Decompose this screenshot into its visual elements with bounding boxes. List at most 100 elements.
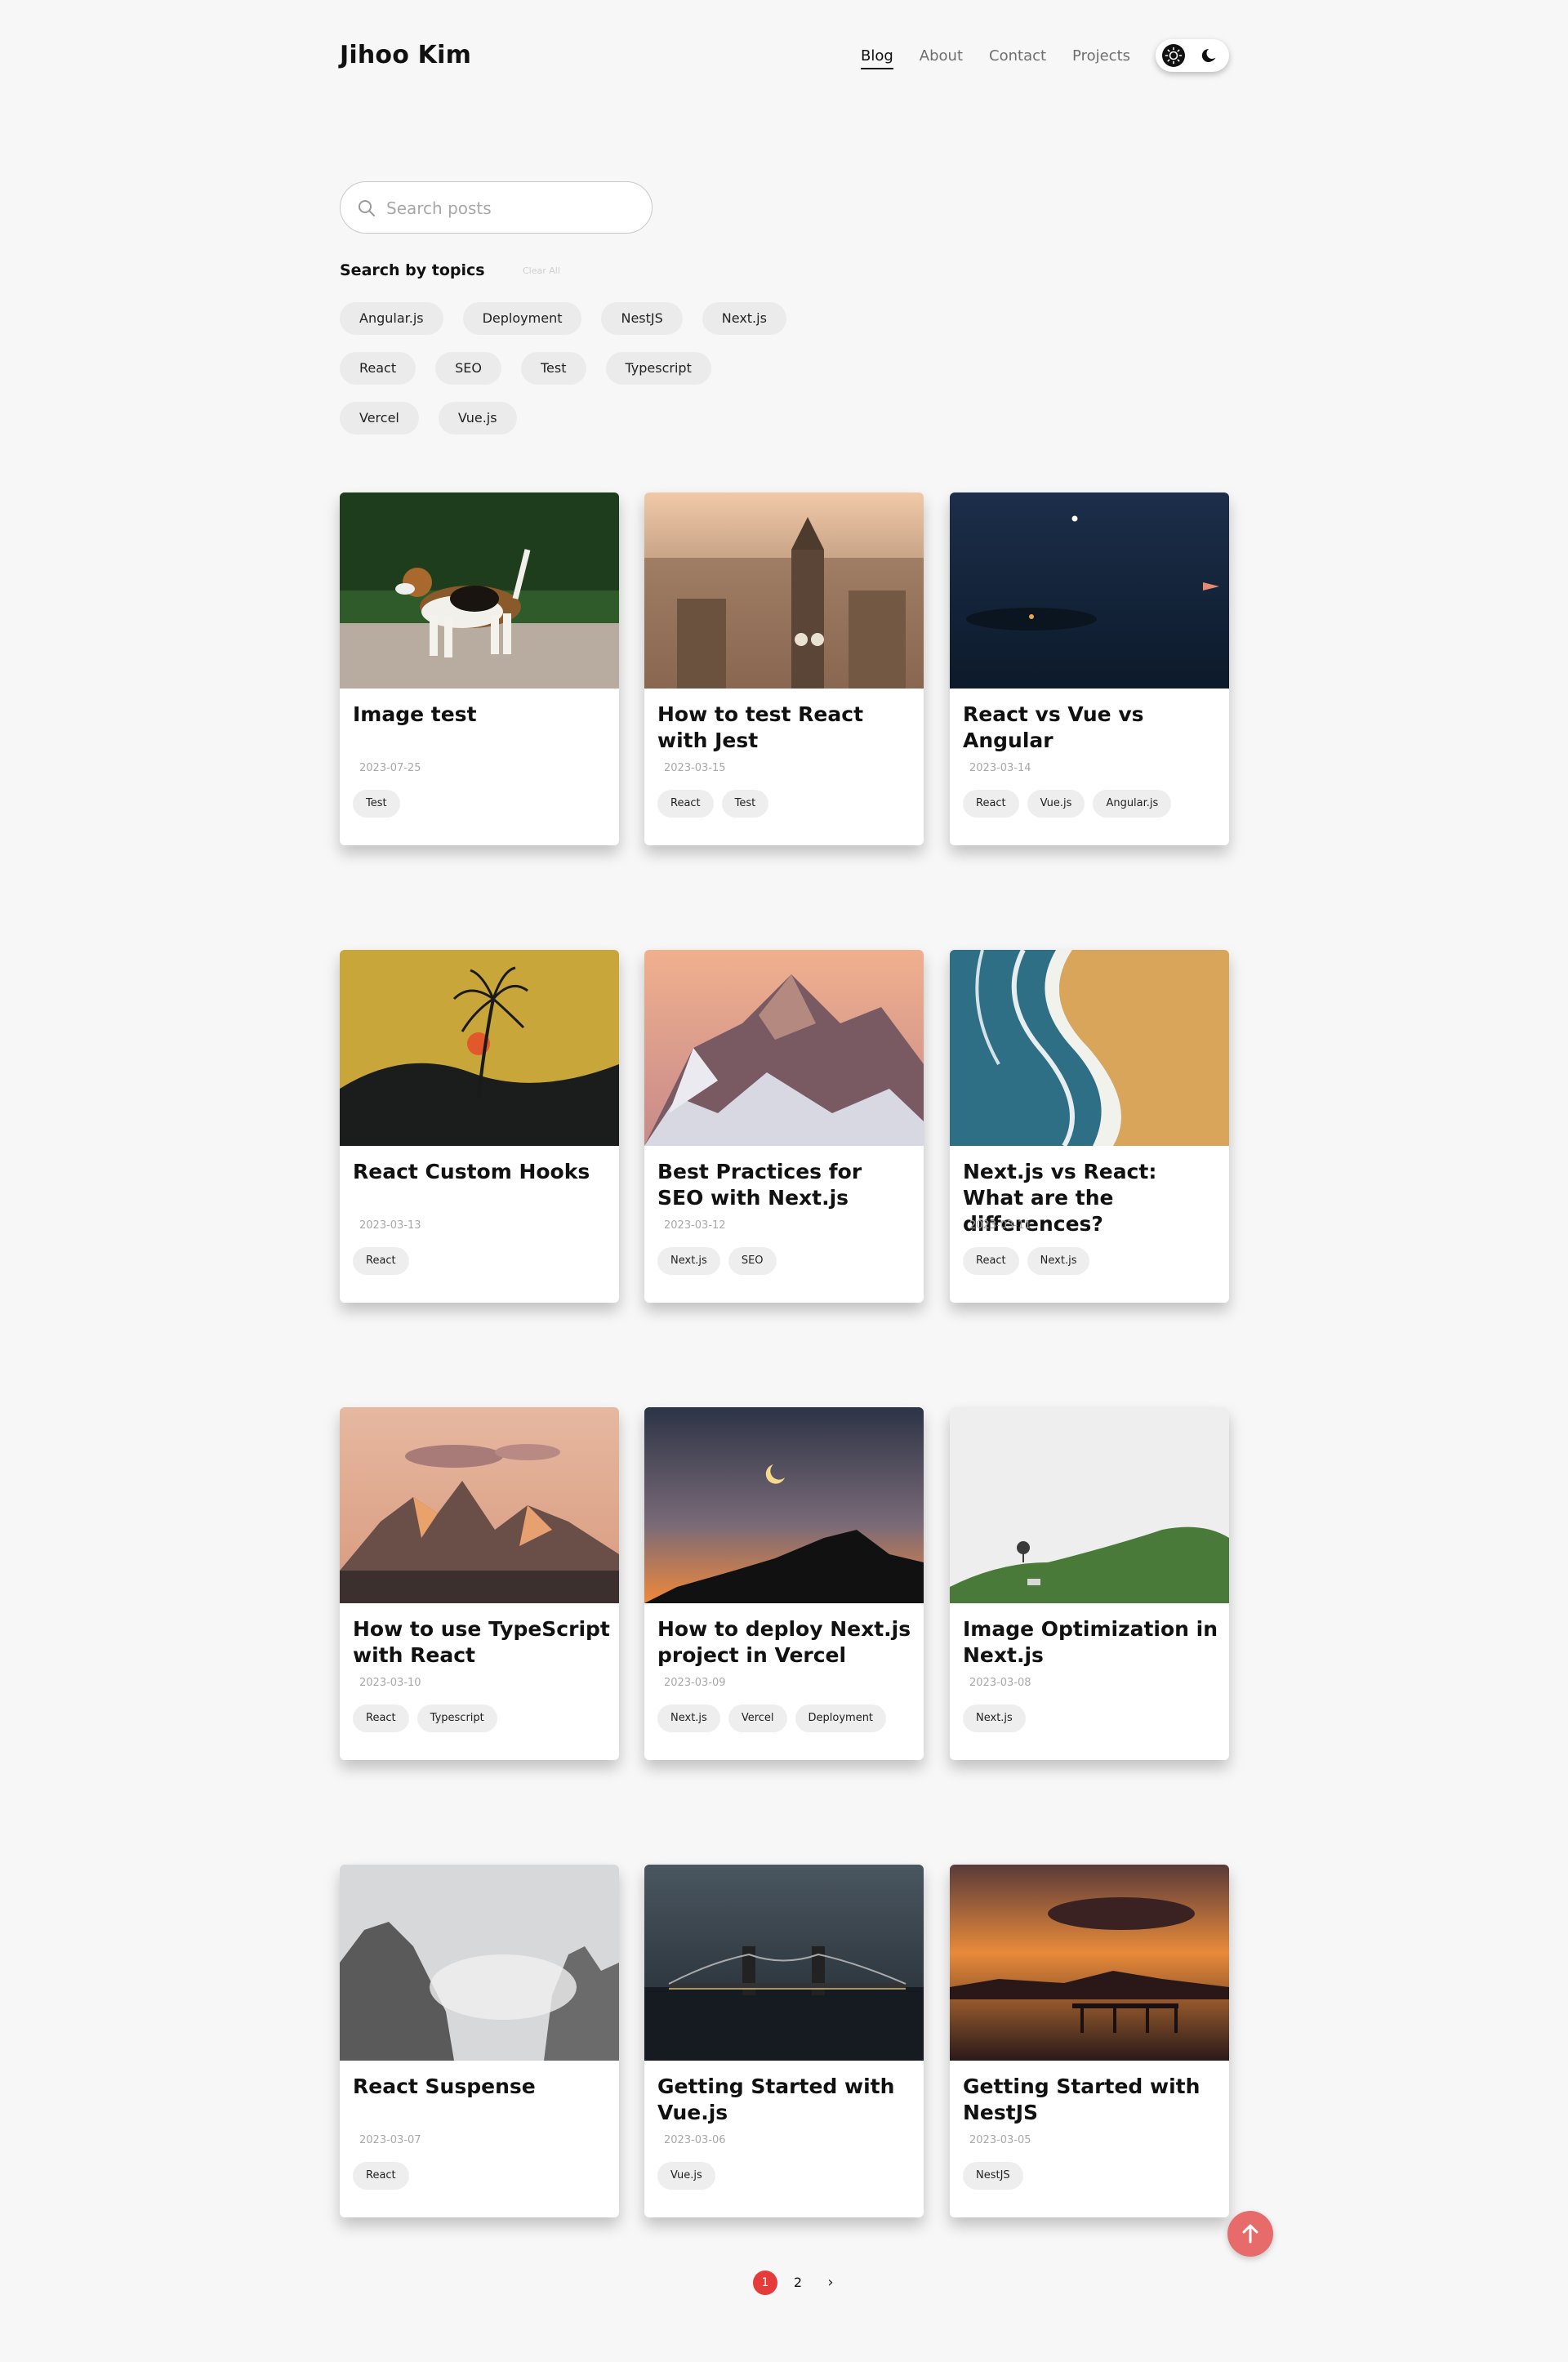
- post-tag[interactable]: React: [963, 790, 1019, 818]
- post-date: 2023-03-12: [664, 1219, 726, 1232]
- post-tag[interactable]: React: [963, 1247, 1019, 1275]
- topic-tag[interactable]: Vue.js: [438, 402, 517, 435]
- post-tag[interactable]: Test: [721, 790, 769, 818]
- post-title[interactable]: Getting Started with Vue.js: [657, 2074, 915, 2126]
- topic-tag[interactable]: NestJS: [601, 302, 683, 335]
- topic-tag[interactable]: Vercel: [340, 402, 419, 435]
- post-card[interactable]: Getting Started with Vue.js 2023-03-06 V…: [644, 1865, 924, 2217]
- post-tag[interactable]: Vercel: [728, 1705, 787, 1732]
- post-title[interactable]: React vs Vue vs Angular: [963, 702, 1220, 754]
- post-tag[interactable]: Angular.js: [1093, 790, 1172, 818]
- post-card[interactable]: React Custom Hooks 2023-03-13 React: [340, 950, 619, 1303]
- post-thumbnail-london[interactable]: [644, 492, 924, 689]
- post-tags: React: [353, 1247, 417, 1275]
- post-tag[interactable]: React: [353, 2162, 409, 2190]
- post-tag[interactable]: Test: [353, 790, 400, 818]
- page-1-button[interactable]: 1: [753, 2271, 777, 2295]
- post-thumbnail-sunset-peaks[interactable]: [340, 1407, 619, 1603]
- post-tags: React Typescript: [353, 1705, 506, 1732]
- post-thumbnail-crescent[interactable]: [644, 1407, 924, 1603]
- post-title[interactable]: React Custom Hooks: [353, 1159, 610, 1185]
- topic-tag[interactable]: Deployment: [462, 302, 582, 335]
- topic-row: React SEO Test Typescript: [340, 352, 731, 385]
- post-title[interactable]: Image test: [353, 702, 610, 728]
- post-tag[interactable]: Next.js: [657, 1247, 720, 1275]
- post-date: 2023-03-11: [969, 1219, 1031, 1232]
- post-title[interactable]: Best Practices for SEO with Next.js: [657, 1159, 915, 1211]
- scroll-to-top-button[interactable]: [1227, 2211, 1273, 2257]
- post-tag[interactable]: Typescript: [416, 1705, 497, 1732]
- post-thumbnail-pier-sunset[interactable]: [950, 1865, 1229, 2061]
- post-tag[interactable]: Deployment: [795, 1705, 887, 1732]
- post-thumbnail-misty-rocks[interactable]: [340, 1865, 619, 2061]
- post-card[interactable]: How to test React with Jest 2023-03-15 R…: [644, 492, 924, 845]
- post-date: 2023-03-07: [359, 2134, 421, 2146]
- post-tags: Next.js SEO: [657, 1247, 785, 1275]
- topic-tag[interactable]: React: [340, 352, 416, 385]
- post-tag[interactable]: Next.js: [1027, 1247, 1090, 1275]
- moon-icon[interactable]: [1198, 44, 1221, 67]
- post-title[interactable]: React Suspense: [353, 2074, 610, 2100]
- search-box: [340, 181, 653, 234]
- clear-all-button[interactable]: Clear All: [523, 265, 560, 276]
- post-tags: Test: [353, 790, 408, 818]
- post-card[interactable]: Image Optimization in Next.js 2023-03-08…: [950, 1407, 1229, 1760]
- nav-about[interactable]: About: [920, 47, 963, 69]
- post-card[interactable]: Best Practices for SEO with Next.js 2023…: [644, 950, 924, 1303]
- topic-tag[interactable]: SEO: [435, 352, 501, 385]
- post-thumbnail-mountains[interactable]: [644, 950, 924, 1146]
- topic-tag[interactable]: Typescript: [605, 352, 711, 385]
- sun-icon[interactable]: [1162, 44, 1185, 67]
- theme-toggle[interactable]: [1156, 39, 1229, 72]
- post-tags: Next.js Vercel Deployment: [657, 1705, 894, 1732]
- post-card[interactable]: Image test 2023-07-25 Test: [340, 492, 619, 845]
- post-tags: React: [353, 2162, 417, 2190]
- post-title[interactable]: How to use TypeScript with React: [353, 1616, 610, 1669]
- post-tag[interactable]: Vue.js: [1027, 790, 1085, 818]
- post-thumbnail-bridge[interactable]: [644, 1865, 924, 2061]
- post-title[interactable]: How to deploy Next.js project in Vercel: [657, 1616, 915, 1669]
- post-tag[interactable]: React: [353, 1247, 409, 1275]
- nav-projects[interactable]: Projects: [1072, 47, 1130, 69]
- post-card[interactable]: How to deploy Next.js project in Vercel …: [644, 1407, 924, 1760]
- topic-row: Vercel Vue.js: [340, 402, 537, 435]
- post-tag[interactable]: Next.js: [963, 1705, 1026, 1732]
- post-tags: React Vue.js Angular.js: [963, 790, 1179, 818]
- post-tag[interactable]: Next.js: [657, 1705, 720, 1732]
- post-date: 2023-03-09: [664, 1677, 726, 1689]
- post-thumbnail-hill[interactable]: [950, 1407, 1229, 1603]
- chevron-right-icon[interactable]: ›: [818, 2271, 843, 2295]
- site-brand[interactable]: Jihoo Kim: [340, 41, 471, 69]
- post-card[interactable]: Getting Started with NestJS 2023-03-05 N…: [950, 1865, 1229, 2217]
- post-card[interactable]: How to use TypeScript with React 2023-03…: [340, 1407, 619, 1760]
- post-thumbnail-dog[interactable]: [340, 492, 619, 689]
- nav-blog[interactable]: Blog: [861, 47, 893, 69]
- post-tag[interactable]: React: [657, 790, 714, 818]
- post-title[interactable]: Getting Started with NestJS: [963, 2074, 1220, 2126]
- post-card[interactable]: React vs Vue vs Angular 2023-03-14 React…: [950, 492, 1229, 845]
- page-2-button[interactable]: 2: [786, 2271, 810, 2295]
- post-tag[interactable]: React: [353, 1705, 409, 1732]
- post-tag[interactable]: NestJS: [963, 2162, 1023, 2190]
- main-nav: Blog About Contact Projects: [861, 47, 1156, 69]
- search-input[interactable]: [386, 194, 631, 223]
- post-date: 2023-03-14: [969, 762, 1031, 774]
- post-date: 2023-03-13: [359, 1219, 421, 1232]
- post-title[interactable]: Image Optimization in Next.js: [963, 1616, 1220, 1669]
- post-card[interactable]: React Suspense 2023-03-07 React: [340, 1865, 619, 2217]
- post-card[interactable]: Next.js vs React: What are the differenc…: [950, 950, 1229, 1303]
- post-tags: Next.js: [963, 1705, 1034, 1732]
- post-tag[interactable]: SEO: [728, 1247, 777, 1275]
- topic-tag[interactable]: Next.js: [702, 302, 786, 335]
- post-thumbnail-beach[interactable]: [950, 950, 1229, 1146]
- post-thumbnail-palm[interactable]: [340, 950, 619, 1146]
- post-tag[interactable]: Vue.js: [657, 2162, 715, 2190]
- topic-tag[interactable]: Angular.js: [340, 302, 443, 335]
- topics-title: Search by topics: [340, 261, 485, 279]
- post-tags: React Next.js: [963, 1247, 1098, 1275]
- post-title[interactable]: How to test React with Jest: [657, 702, 915, 754]
- post-date: 2023-03-08: [969, 1677, 1031, 1689]
- post-thumbnail-night[interactable]: [950, 492, 1229, 689]
- topic-tag[interactable]: Test: [520, 352, 586, 385]
- nav-contact[interactable]: Contact: [989, 47, 1046, 69]
